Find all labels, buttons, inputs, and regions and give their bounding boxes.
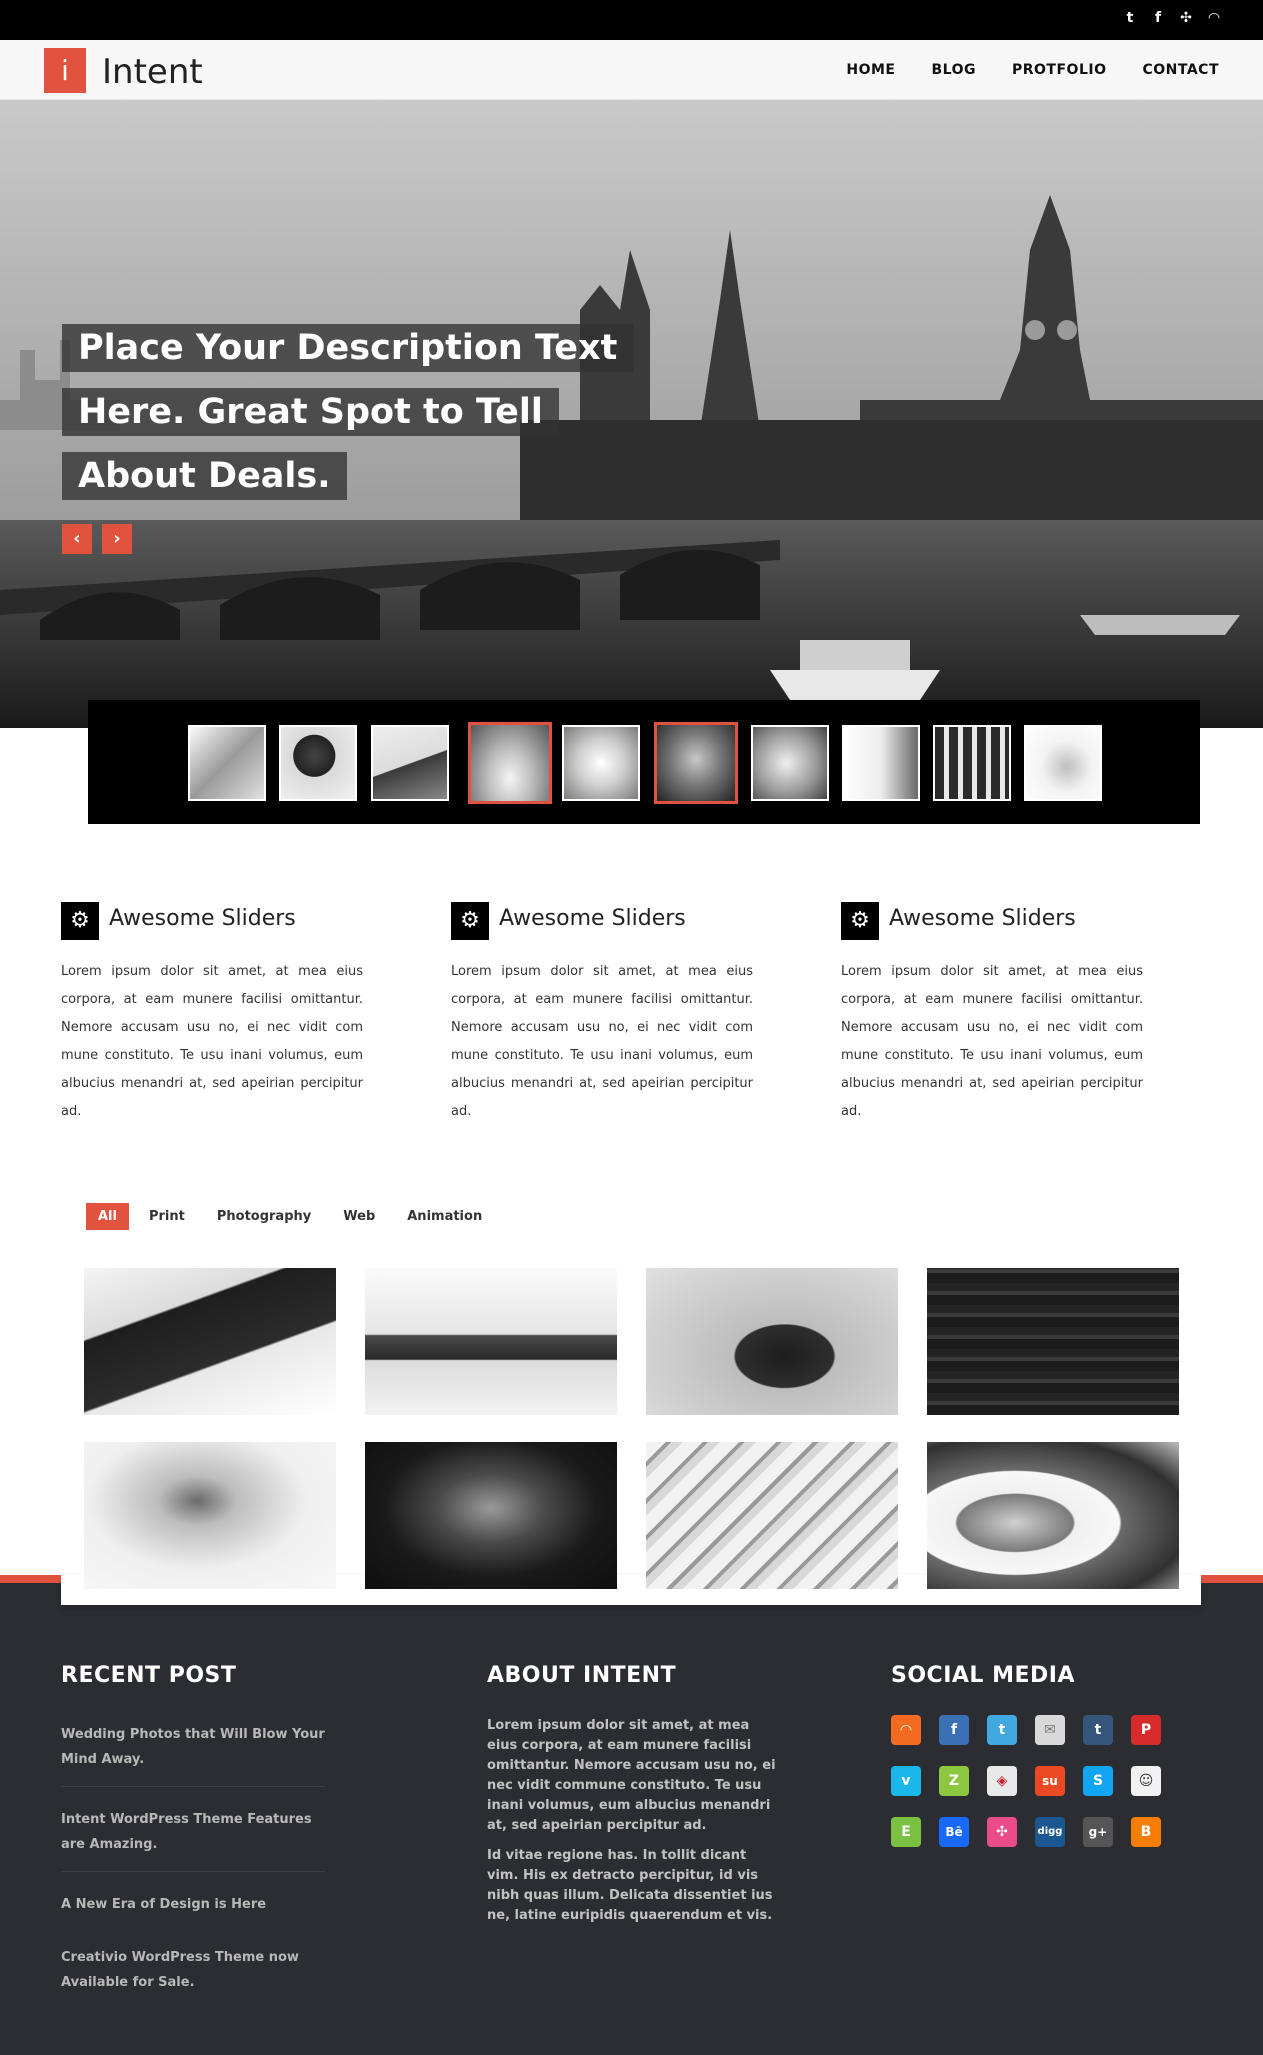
portfolio-wedding-couple[interactable] (927, 1442, 1179, 1589)
slider-prev-button[interactable]: ‹ (62, 524, 92, 554)
portfolio-desk[interactable] (365, 1268, 617, 1415)
hero-slider: Place Your Description Text Here. Great … (0, 100, 1263, 728)
about-text: Lorem ipsum dolor sit amet, at mea eius … (487, 1716, 779, 1936)
social-media-heading: SOCIAL MEDIA (891, 1663, 1075, 1688)
thumbnail-man-phone[interactable] (279, 725, 357, 801)
thumbnail-flowers-ring[interactable] (562, 725, 640, 801)
thumbnail-bride[interactable] (842, 725, 920, 801)
site-header: i Intent HOME BLOG PROTFOLIO CONTACT (0, 40, 1263, 100)
thumbnail-couple-kiss[interactable] (654, 722, 738, 804)
facebook-icon[interactable]: f (1149, 9, 1167, 27)
recent-post-link[interactable]: Wedding Photos that Will Blow Your Mind … (61, 1716, 325, 1787)
about-heading: ABOUT INTENT (487, 1663, 677, 1688)
rss-icon[interactable]: ◠ (1205, 9, 1223, 27)
skype-icon[interactable]: S (1083, 1766, 1113, 1796)
thumbnail-rings[interactable] (751, 725, 829, 801)
filter-all[interactable]: All (86, 1203, 129, 1230)
feature-title: Awesome Sliders (889, 906, 1076, 931)
logo-mark[interactable]: i (44, 48, 86, 93)
vimeo-icon[interactable]: v (891, 1766, 921, 1796)
gear-icon: ⚙ (841, 902, 879, 940)
slider-next-button[interactable]: › (102, 524, 132, 554)
feature-title: Awesome Sliders (499, 906, 686, 931)
filter-print[interactable]: Print (137, 1203, 197, 1230)
tumblr-icon[interactable]: t (1083, 1715, 1113, 1745)
slider-thumbnail-strip (88, 700, 1200, 824)
about-paragraph: Lorem ipsum dolor sit amet, at mea eius … (487, 1718, 776, 1833)
main-nav: HOME BLOG PROTFOLIO CONTACT (846, 62, 1219, 78)
recent-post-link[interactable]: A New Era of Design is Here (61, 1886, 325, 1931)
thumbnail-groomsmen[interactable] (933, 725, 1011, 801)
stumbleupon-icon[interactable]: su (1035, 1766, 1065, 1796)
portfolio-business-cards[interactable] (84, 1268, 336, 1415)
reddit-icon[interactable]: ☺ (1131, 1766, 1161, 1796)
thumbnail-desk[interactable] (371, 725, 449, 801)
thumbnail-ring-close[interactable] (1024, 725, 1102, 801)
portfolio-typography[interactable] (927, 1268, 1179, 1415)
portfolio-portrait-man[interactable] (365, 1442, 617, 1589)
about-paragraph: Id vitae regione has. In tollit dicant v… (487, 1848, 773, 1923)
nav-home[interactable]: HOME (846, 62, 895, 78)
feature-text: Lorem ipsum dolor sit amet, at mea eius … (61, 964, 363, 1119)
nav-portfolio[interactable]: PROTFOLIO (1012, 62, 1107, 78)
social-media-grid: ◠ f t ✉ t P v Z ◈ su S ☺ E Bē ✣ digg g+ … (891, 1715, 1161, 1847)
zerply-icon[interactable]: Z (939, 1766, 969, 1796)
gear-icon: ⚙ (451, 902, 489, 940)
site-footer: RECENT POST Wedding Photos that Will Blo… (0, 1583, 1263, 2055)
decorative-red-line-left (0, 1575, 61, 1583)
portfolio-ring[interactable] (84, 1442, 336, 1589)
nav-contact[interactable]: CONTACT (1142, 62, 1219, 78)
hero-caption-line-1: Place Your Description Text (62, 324, 634, 372)
feature-title: Awesome Sliders (109, 906, 296, 931)
googleplus-icon[interactable]: g+ (1083, 1817, 1113, 1847)
facebook-icon[interactable]: f (939, 1715, 969, 1745)
recent-post-list: Wedding Photos that Will Blow Your Mind … (61, 1716, 325, 2009)
portfolio-couple-hug[interactable] (646, 1268, 898, 1415)
thumbnail-wedding-aisle[interactable] (468, 722, 552, 804)
top-bar: t f ✣ ◠ (0, 0, 1263, 40)
behance-icon[interactable]: Bē (939, 1817, 969, 1847)
decorative-red-line-right (1201, 1575, 1263, 1583)
portfolio-keyboard[interactable] (646, 1442, 898, 1589)
twitter-icon[interactable]: t (1121, 9, 1139, 27)
blogger-icon[interactable]: B (1131, 1817, 1161, 1847)
gear-icon: ⚙ (61, 902, 99, 940)
thumbnail-keyboard[interactable] (188, 725, 266, 801)
feature-text: Lorem ipsum dolor sit amet, at mea eius … (451, 964, 753, 1119)
evernote-icon[interactable]: E (891, 1817, 921, 1847)
nav-blog[interactable]: BLOG (931, 62, 976, 78)
portfolio-filters: All Print Photography Web Animation (86, 1203, 494, 1230)
recent-post-heading: RECENT POST (61, 1663, 237, 1688)
dribbble-icon[interactable]: ✣ (987, 1817, 1017, 1847)
recent-post-link[interactable]: Creativio WordPress Theme now Available … (61, 1939, 325, 2009)
twitter-icon[interactable]: t (987, 1715, 1017, 1745)
feature-text: Lorem ipsum dolor sit amet, at mea eius … (841, 964, 1143, 1119)
pinterest-icon[interactable]: P (1131, 1715, 1161, 1745)
recent-post-link[interactable]: Intent WordPress Theme Features are Amaz… (61, 1801, 325, 1872)
digg-icon[interactable]: digg (1035, 1817, 1065, 1847)
filter-web[interactable]: Web (331, 1203, 387, 1230)
filter-animation[interactable]: Animation (395, 1203, 494, 1230)
picasa-icon[interactable]: ◈ (987, 1766, 1017, 1796)
rss-icon[interactable]: ◠ (891, 1715, 921, 1745)
dribbble-icon[interactable]: ✣ (1177, 9, 1195, 27)
filter-photography[interactable]: Photography (205, 1203, 323, 1230)
email-icon[interactable]: ✉ (1035, 1715, 1065, 1745)
hero-caption-line-2: Here. Great Spot to Tell (62, 388, 559, 436)
top-social-icons: t f ✣ ◠ (1121, 9, 1223, 27)
logo-text[interactable]: Intent (102, 52, 203, 92)
hero-caption-line-3: About Deals. (62, 452, 347, 500)
